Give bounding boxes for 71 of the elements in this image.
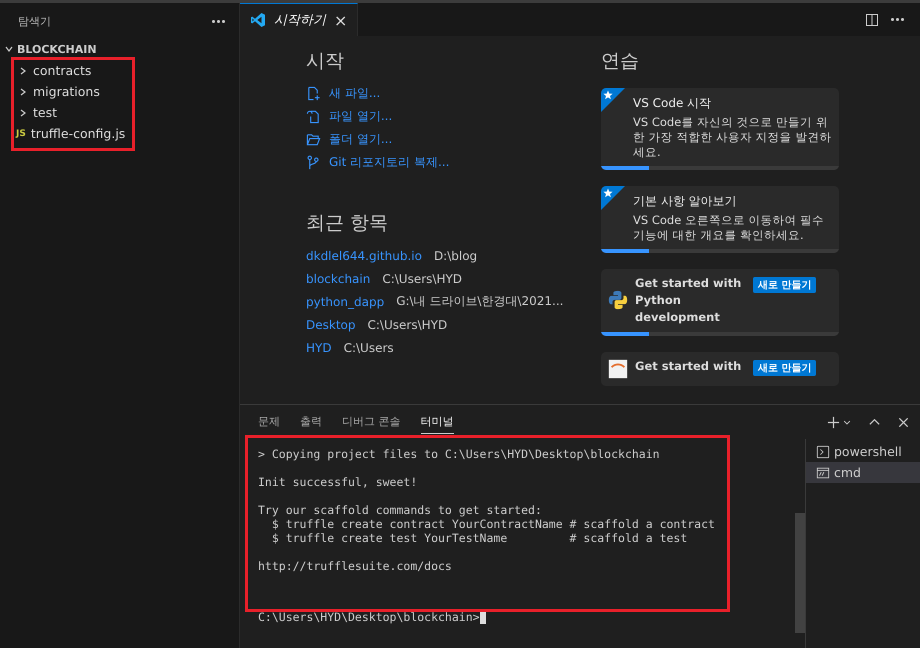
panel-tab[interactable]: 출력 <box>300 410 322 434</box>
card-title: VS Code 시작 <box>633 95 712 112</box>
terminal-line: > Copying project files to C:\Users\HYD\Desktop\blockchain <box>258 447 661 461</box>
start-action-link[interactable]: Git 리포지토리 복제... <box>306 151 561 174</box>
new-badge: 새로 만들기 <box>753 276 816 293</box>
card-title: Get started with Python development <box>635 274 742 326</box>
panel-tab[interactable]: 디버그 콘솔 <box>342 410 400 434</box>
new-file-icon <box>306 86 321 101</box>
branch-icon <box>306 155 321 170</box>
file-icon <box>306 109 321 124</box>
tree-item[interactable]: test <box>0 102 239 123</box>
featured-star-icon <box>601 186 625 210</box>
terminal-line: $ truffle create contract YourContractName # scaffold a contract <box>270 517 716 531</box>
start-action-link[interactable]: 폴더 열기... <box>306 128 561 151</box>
card-description: VS Code 오른쪽으로 이동하여 필수 기능에 대한 개요를 확인하세요. <box>633 212 826 243</box>
project-path: C:\Users\HYD <box>368 318 448 332</box>
sidebar-title: 탐색기 <box>18 14 51 28</box>
terminal-prompt: C:\Users\HYD\Desktop\blockchain> <box>258 610 480 624</box>
tree-item[interactable]: JS truffle-config.js <box>0 123 239 144</box>
add-icon[interactable] <box>827 416 840 428</box>
start-action-link[interactable]: 새 파일... <box>306 82 561 105</box>
terminal-list-item[interactable]: powershell <box>806 441 920 462</box>
terminal-list-item[interactable]: cmd <box>806 462 920 483</box>
file-name: test <box>33 105 58 120</box>
walkthrough-card[interactable]: VS Code 시작 VS Code를 자신의 것으로 만들기 위한 가장 적합한 사용자 지정을 발견하세요. <box>601 88 839 170</box>
split-editor-icon[interactable] <box>865 12 879 26</box>
new-badge: 새로 만들기 <box>753 360 816 376</box>
logo-icon <box>250 12 266 28</box>
project-path: C:\Users\HYD <box>382 272 462 286</box>
project-path: D:\blog <box>434 248 478 262</box>
terminal-line: $ truffle create test YourTestName # scaffold a test <box>270 531 688 545</box>
chevron-icon <box>4 44 14 54</box>
card-title: Get started with <box>635 358 742 375</box>
folder-icon <box>306 132 321 147</box>
terminal-icon <box>816 444 830 458</box>
jupyter-logo-icon <box>607 358 629 380</box>
tree-item[interactable]: migrations <box>0 81 239 102</box>
js-file-icon: JS <box>16 128 26 138</box>
recent-project-link[interactable]: dkdlel644.github.io <box>306 248 422 262</box>
walkthrough-card[interactable]: Get started with Python development 새로 만들기 <box>601 268 839 336</box>
panel-tab[interactable]: 터미널 <box>420 410 454 434</box>
editor-tab[interactable]: 시작하기 × <box>240 3 358 36</box>
file-name: migrations <box>33 84 100 99</box>
recent-project-link[interactable]: Desktop <box>306 318 356 332</box>
file-name: truffle-config.js <box>30 126 126 141</box>
terminal-line: Init successful, sweet! <box>258 475 418 489</box>
scrollbar[interactable] <box>795 513 805 633</box>
project-path: G:\내 드라이브\한경대\2021... <box>396 293 564 310</box>
folder-header[interactable]: BLOCKCHAIN <box>0 39 239 59</box>
card-description: VS Code를 자신의 것으로 만들기 위한 가장 적합한 사용자 지정을 발견하세요. <box>633 115 832 160</box>
command-prompt-icon <box>816 466 830 480</box>
walkthrough-card[interactable]: 기본 사항 알아보기 VS Code 오른쪽으로 이동하여 필수 기능에 대한 개요를 확인하세요. <box>601 186 839 253</box>
tree-item[interactable]: contracts <box>0 60 239 81</box>
close-button[interactable]: × <box>334 10 348 30</box>
panel-tab[interactable]: 문제 <box>258 410 280 434</box>
start-action-link[interactable]: 파일 열기... <box>306 105 561 128</box>
file-name: contracts <box>33 63 92 78</box>
python-logo-icon <box>607 289 629 312</box>
project-path: C:\Users <box>344 340 394 354</box>
terminal-line: http://trufflesuite.com/docs <box>258 559 453 573</box>
recent-project-link[interactable]: python_dapp <box>306 294 384 308</box>
section-heading: 연습 <box>601 49 640 74</box>
featured-star-icon <box>601 88 625 112</box>
section-heading: 최근 항목 <box>306 211 390 236</box>
terminal-line: Try our scaffold commands to get started: <box>258 503 543 517</box>
close-icon[interactable] <box>897 416 910 428</box>
recent-project-link[interactable]: HYD <box>306 340 332 354</box>
walkthrough-card[interactable]: Get started with 새로 만들기 <box>601 352 839 386</box>
recent-project-link[interactable]: blockchain <box>306 272 370 286</box>
section-heading: 시작 <box>306 49 345 74</box>
card-title: 기본 사항 알아보기 <box>633 192 738 210</box>
